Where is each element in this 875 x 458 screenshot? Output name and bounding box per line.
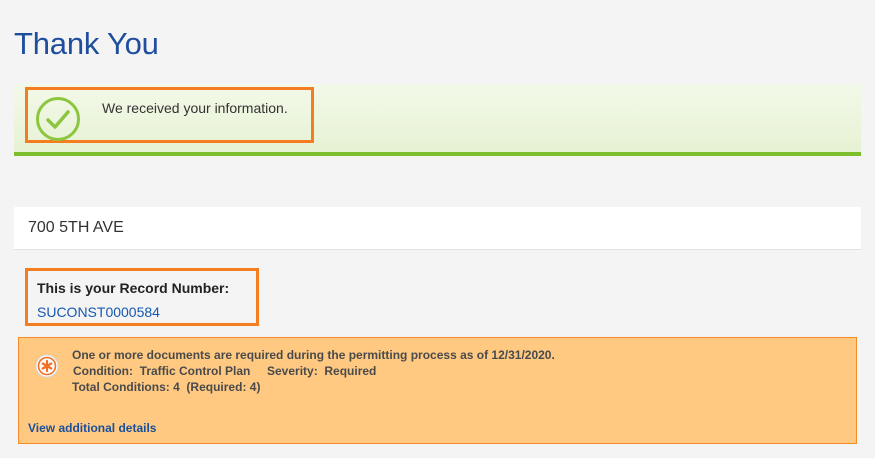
check-circle-icon	[36, 97, 80, 141]
success-banner: We received your information.	[14, 84, 861, 156]
record-number-link[interactable]: SUCONST0000584	[37, 304, 160, 320]
conditions-notice: One or more documents are required durin…	[18, 337, 857, 444]
success-message: We received your information.	[102, 100, 288, 116]
notice-message: One or more documents are required durin…	[72, 348, 555, 362]
address-panel: 700 5TH AVE	[14, 207, 861, 250]
address-text: 700 5TH AVE	[28, 219, 124, 236]
notice-total-conditions: Total Conditions: 4 (Required: 4)	[72, 380, 261, 394]
asterisk-alert-icon	[35, 354, 59, 378]
record-number-label: This is your Record Number:	[37, 280, 230, 296]
notice-condition: Condition: Traffic Control Plan Severity…	[73, 364, 377, 378]
record-number-box: This is your Record Number: SUCONST00005…	[25, 268, 259, 326]
page-title: Thank You	[14, 26, 159, 61]
view-additional-details-link[interactable]: View additional details	[28, 421, 156, 435]
